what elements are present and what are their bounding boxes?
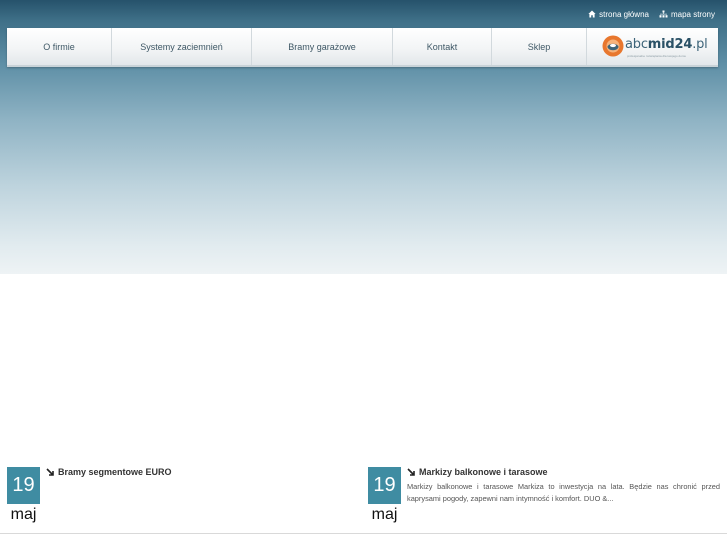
nav-item-o-firmie[interactable]: O firmie: [7, 28, 112, 65]
news-title-link[interactable]: Markizy balkonowe i tarasowe: [407, 467, 548, 477]
logo[interactable]: abcmid24.pl profesjonalne rozwiązania dl…: [587, 28, 718, 65]
news-item: 19 maj Bramy segmentowe EURO: [7, 467, 347, 527]
nav-item-label: Bramy garażowe: [288, 41, 356, 52]
nav-item-label: Kontakt: [426, 41, 458, 52]
logo-icon: [602, 35, 624, 57]
news-date-month: maj: [371, 506, 398, 523]
home-link-label: strona główna: [599, 9, 649, 19]
nav-item-bramy-garazowe[interactable]: Bramy garażowe: [252, 28, 393, 65]
nav-item-label: Systemy zaciemnień: [140, 41, 223, 52]
footer-divider: [0, 533, 727, 534]
news-date-month: maj: [10, 506, 37, 523]
arrow-down-right-icon: [46, 467, 54, 476]
news-title: Bramy segmentowe EURO: [58, 467, 172, 477]
home-icon: [588, 10, 596, 18]
news-date-day: 19: [7, 467, 40, 504]
nav-item-kontakt[interactable]: Kontakt: [393, 28, 492, 65]
nav-item-label: Sklep: [527, 41, 551, 52]
nav-item-label: O firmie: [43, 41, 75, 52]
logo-text: abcmid24.pl: [625, 37, 708, 52]
top-links: strona główna mapa strony: [588, 8, 715, 20]
news-title: Markizy balkonowe i tarasowe: [419, 467, 548, 477]
nav-item-systemy-zaciemnien[interactable]: Systemy zaciemnień: [112, 28, 252, 65]
news-excerpt: Markizy balkonowe i tarasowe Markiza to …: [407, 482, 720, 503]
sitemap-link-label: mapa strony: [670, 9, 715, 19]
news-date-day: 19: [368, 467, 401, 504]
sitemap-link[interactable]: mapa strony: [659, 10, 715, 19]
main-navigation: O firmie Systemy zaciemnień Bramy garażo…: [7, 28, 718, 67]
sitemap-icon: [659, 10, 668, 18]
news-item: 19 maj Markizy balkonowe i tarasowe Mark…: [368, 467, 723, 527]
home-link[interactable]: strona główna: [588, 10, 649, 19]
nav-item-sklep[interactable]: Sklep: [492, 28, 587, 65]
news-title-link[interactable]: Bramy segmentowe EURO: [46, 467, 172, 477]
arrow-down-right-icon: [407, 467, 415, 476]
logo-tagline: profesjonalne rozwiązania dla twojego do…: [627, 54, 687, 58]
